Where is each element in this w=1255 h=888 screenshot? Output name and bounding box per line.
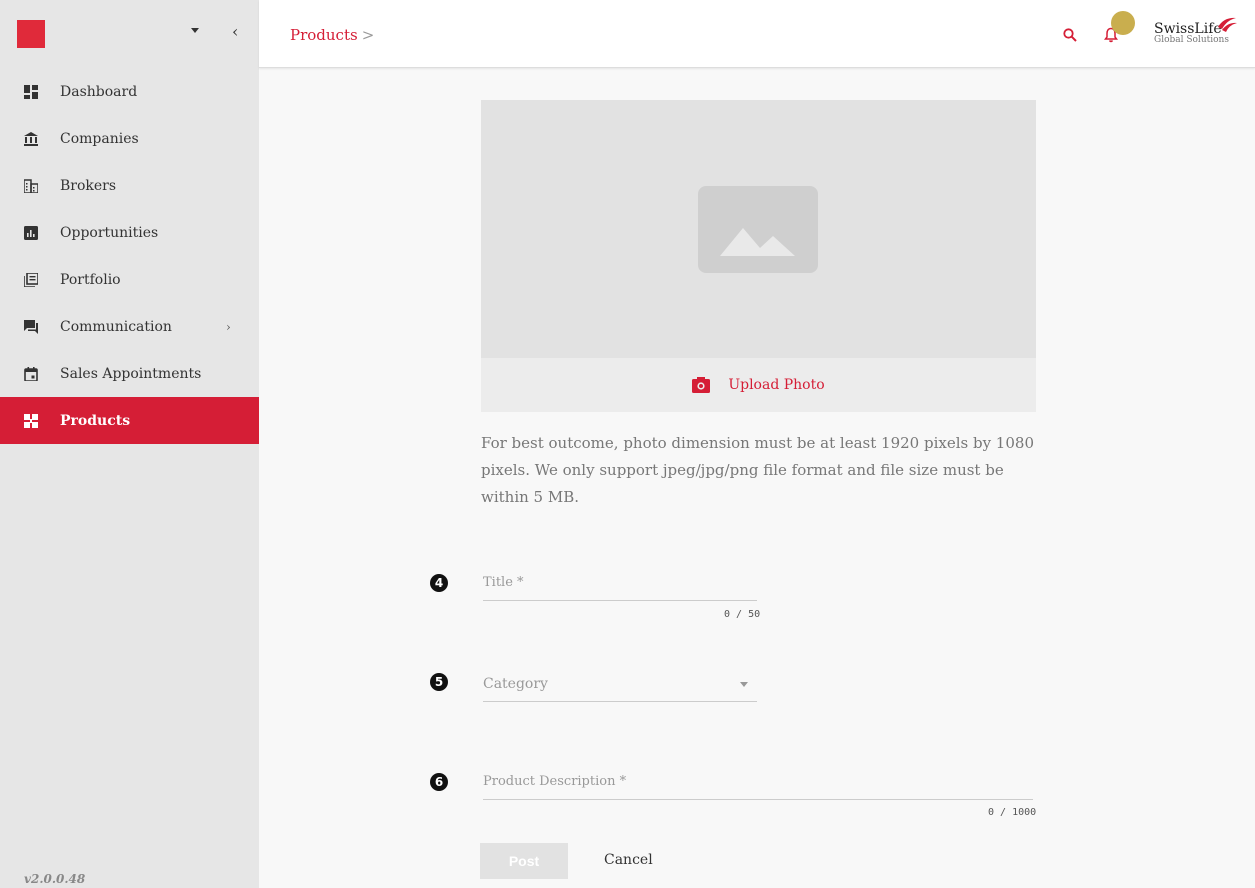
- portfolio-icon: [24, 272, 38, 287]
- image-placeholder-icon: [698, 186, 818, 273]
- title-input[interactable]: Title *: [483, 575, 757, 601]
- breadcrumb-separator: >: [361, 26, 375, 44]
- product-description-underline: [483, 799, 1033, 800]
- breadcrumb-products[interactable]: Products: [290, 26, 358, 44]
- products-icon: [24, 413, 38, 428]
- sidebar-item-brokers[interactable]: Brokers: [0, 162, 259, 209]
- title-label: Title *: [483, 575, 524, 590]
- calendar-icon: [24, 366, 38, 381]
- brand-subtitle: Global Solutions: [1154, 35, 1229, 45]
- sidebar-header: ‹: [0, 0, 259, 68]
- sidebar-item-portfolio[interactable]: Portfolio: [0, 256, 259, 303]
- building-icon: [24, 178, 38, 193]
- product-description-label: Product Description *: [483, 774, 627, 789]
- sidebar-item-companies[interactable]: Companies: [0, 115, 259, 162]
- description-char-counter: 0 / 1000: [988, 807, 1037, 818]
- category-select[interactable]: Category: [483, 676, 757, 702]
- camera-icon: [692, 377, 711, 393]
- sidebar-item-sales-appointments[interactable]: Sales Appointments: [0, 350, 259, 397]
- sidebar-item-opportunities[interactable]: Opportunities: [0, 209, 259, 256]
- chevron-down-icon[interactable]: [740, 682, 748, 687]
- sidebar-item-dashboard[interactable]: Dashboard: [0, 68, 259, 115]
- collapse-sidebar-icon[interactable]: ‹: [232, 22, 238, 41]
- title-underline: [483, 600, 757, 601]
- sidebar-item-products[interactable]: Products: [0, 397, 259, 444]
- step-marker-4: 4: [430, 574, 448, 592]
- sidebar: ‹ Dashboard Companies Brokers Opportunit…: [0, 0, 259, 888]
- dashboard-icon: [24, 84, 38, 99]
- category-underline: [483, 701, 757, 702]
- sidebar-item-label: Products: [60, 412, 131, 429]
- chevron-right-icon[interactable]: ›: [226, 320, 231, 334]
- sidebar-item-label: Dashboard: [60, 83, 138, 100]
- sidebar-item-label: Companies: [60, 130, 139, 147]
- cancel-button[interactable]: Cancel: [604, 852, 653, 868]
- title-char-counter: 0 / 50: [724, 609, 761, 620]
- chart-icon: [24, 225, 38, 240]
- photo-preview: [481, 100, 1036, 358]
- avatar[interactable]: [1111, 11, 1135, 35]
- upload-photo-button[interactable]: Upload Photo: [481, 358, 1036, 412]
- sidebar-item-label: Communication: [60, 318, 172, 335]
- sidebar-item-label: Portfolio: [60, 271, 121, 288]
- sidebar-item-label: Opportunities: [60, 224, 159, 241]
- step-marker-5: 5: [430, 673, 448, 691]
- breadcrumb: Products >: [290, 26, 374, 44]
- product-description-input[interactable]: Product Description *: [483, 774, 1033, 800]
- topbar: Products > SwissLife Global Solutions: [259, 0, 1255, 68]
- category-label: Category: [483, 676, 548, 692]
- sidebar-item-label: Brokers: [60, 177, 117, 194]
- upload-photo-label: Upload Photo: [728, 377, 825, 393]
- photo-hint-text: For best outcome, photo dimension must b…: [481, 434, 1034, 506]
- search-icon[interactable]: [1063, 28, 1077, 42]
- step-marker-6: 6: [430, 773, 448, 791]
- chevron-down-icon[interactable]: [191, 28, 199, 33]
- company-logo[interactable]: [17, 20, 45, 48]
- chat-icon: [24, 319, 38, 334]
- app-version: v2.0.0.48: [24, 872, 86, 886]
- bank-icon: [24, 131, 38, 146]
- brand-logo: SwissLife Global Solutions: [1154, 17, 1237, 45]
- swisslife-mark-icon: [1218, 17, 1237, 32]
- sidebar-item-label: Sales Appointments: [60, 365, 202, 382]
- post-button[interactable]: Post: [480, 843, 568, 879]
- sidebar-item-communication[interactable]: Communication ›: [0, 303, 259, 350]
